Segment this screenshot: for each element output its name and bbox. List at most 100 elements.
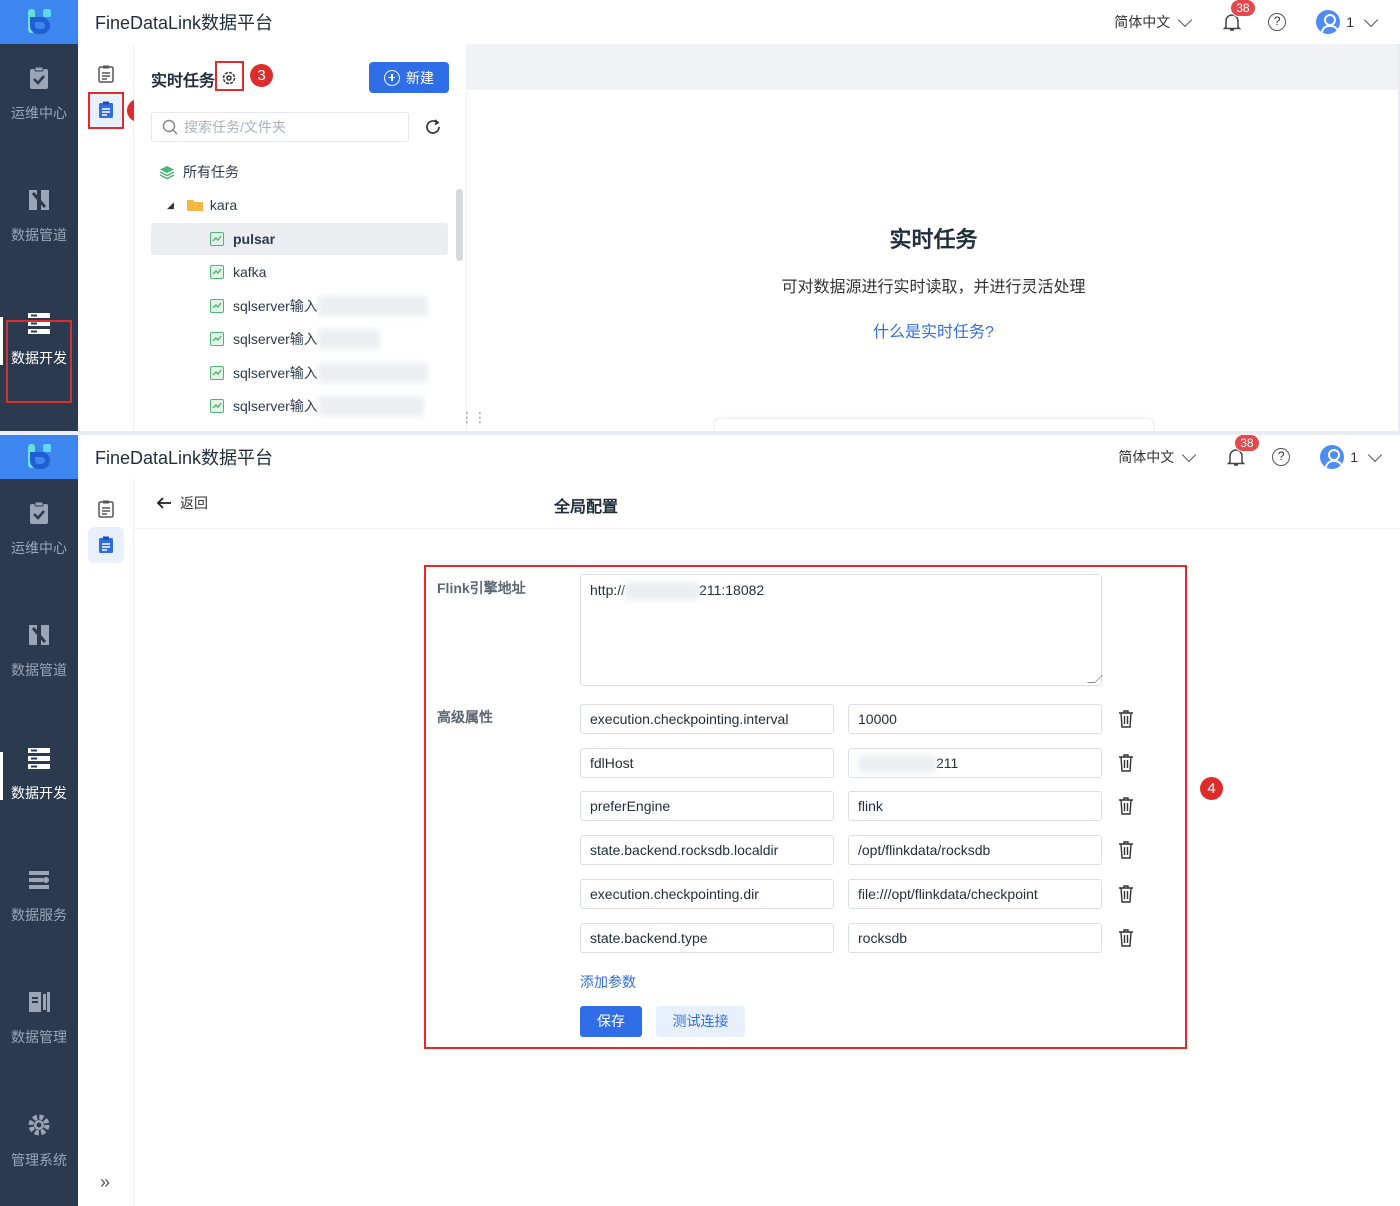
- notification-button[interactable]: 38: [1226, 435, 1260, 467]
- annotation-number-3: 3: [250, 64, 273, 87]
- nav-data-management-label: 数据管理: [11, 1029, 67, 1045]
- nav-data-service-label: 数据服务: [11, 907, 67, 923]
- expand-sidebar-icon[interactable]: »: [100, 1172, 110, 1193]
- tree-label: sqlserver输入: [233, 365, 318, 381]
- redacted-text: [317, 329, 380, 349]
- tree-label: sqlserver输入: [233, 331, 318, 347]
- clipboard-icon: [98, 65, 114, 83]
- user-menu-chevron-icon[interactable]: [1363, 12, 1379, 27]
- tree-label: sqlserver输入: [233, 298, 318, 314]
- redacted-text: [317, 296, 428, 316]
- tree-task-pulsar[interactable]: pulsar: [151, 223, 448, 255]
- dev-server-icon: [28, 748, 50, 769]
- language-label: 简体中文: [1118, 449, 1175, 465]
- nav-data-pipeline-label: 数据管道: [11, 662, 67, 678]
- app-logo[interactable]: [0, 435, 78, 479]
- new-task-button[interactable]: 新建: [369, 62, 449, 93]
- task-icon: [210, 366, 224, 380]
- main-sidebar: 运维中心 数据管道 数据开发 数据服务 数据管理 管理系统: [0, 479, 78, 1206]
- new-task-label: 新建: [406, 69, 434, 86]
- task-icon: [210, 399, 224, 413]
- nav-ops-center-label: 运维中心: [11, 105, 67, 121]
- language-label: 简体中文: [1114, 14, 1171, 30]
- nav-data-pipeline[interactable]: 数据管道: [0, 166, 78, 266]
- logo-mark-icon: [24, 442, 54, 472]
- app-logo[interactable]: [0, 0, 78, 44]
- tree-root-all-tasks[interactable]: 所有任务: [151, 156, 448, 188]
- tree-label: 所有任务: [183, 164, 239, 180]
- annotation-box-3: [215, 61, 244, 91]
- gear-icon: [28, 1114, 50, 1136]
- help-icon[interactable]: ?: [1268, 13, 1287, 31]
- task-icon: [210, 232, 224, 246]
- task-search-input[interactable]: 搜索任务/文件夹: [151, 112, 409, 142]
- top-header: FineDataLink数据平台 简体中文 38 ? 1: [78, 435, 1400, 479]
- search-placeholder: 搜索任务/文件夹: [184, 119, 286, 135]
- realtime-clipboard-icon: [99, 536, 113, 553]
- user-name: 1: [1346, 14, 1354, 30]
- pipeline-icon: [29, 625, 49, 645]
- top-screenshot-panel: 运维中心 数据管道 数据开发 1 FineDataLink数据平台 简体中文 3…: [0, 0, 1400, 431]
- app-title: FineDataLink数据平台: [95, 448, 274, 468]
- annotation-box-4: [424, 565, 1187, 1049]
- nav-admin-system-label: 管理系统: [11, 1152, 67, 1168]
- top-header: FineDataLink数据平台 简体中文 38 ? 1: [78, 0, 1400, 44]
- empty-state-card: [714, 418, 1154, 431]
- config-page-title: 全局配置: [553, 499, 618, 516]
- refresh-icon[interactable]: [424, 118, 442, 136]
- realtime-task-tab[interactable]: [88, 527, 124, 563]
- nav-ops-center[interactable]: 运维中心: [0, 479, 78, 579]
- tree-label: kara: [209, 197, 238, 213]
- help-icon[interactable]: ?: [1272, 448, 1291, 466]
- tree-scrollbar[interactable]: [456, 189, 463, 261]
- service-icon: [29, 871, 49, 889]
- app-title: FineDataLink数据平台: [95, 13, 274, 33]
- nav-data-management[interactable]: 数据管理: [0, 968, 78, 1068]
- annotation-box-1: [6, 320, 72, 403]
- tree-label: kafka: [233, 264, 267, 280]
- avatar[interactable]: [1316, 10, 1341, 34]
- user-name: 1: [1350, 449, 1358, 465]
- nav-admin-system[interactable]: 管理系统: [0, 1091, 78, 1191]
- user-menu-chevron-icon[interactable]: [1367, 447, 1383, 462]
- offline-task-tab[interactable]: [88, 56, 124, 92]
- tree-label: sqlserver输入: [233, 398, 318, 414]
- tree-label: pulsar: [233, 231, 276, 247]
- task-check-icon: [30, 66, 48, 89]
- tree-task-sqlserver-3[interactable]: sqlserver输入: [151, 357, 448, 389]
- redacted-text: [317, 396, 424, 416]
- tree-task-kafka[interactable]: kafka: [151, 256, 448, 288]
- book-icon: [29, 992, 50, 1012]
- folder-icon: [186, 200, 203, 211]
- avatar[interactable]: [1320, 445, 1345, 469]
- task-check-icon: [30, 501, 48, 524]
- nav-data-service[interactable]: 数据服务: [0, 846, 78, 946]
- chevron-down-icon: [1178, 12, 1193, 27]
- drag-handle-icon[interactable]: ⋮⋮: [460, 409, 487, 426]
- annotation-number-4: 4: [1200, 777, 1223, 800]
- tree-task-sqlserver-1[interactable]: sqlserver输入: [151, 290, 448, 322]
- nav-data-dev[interactable]: 数据开发: [0, 724, 78, 824]
- task-icon: [210, 299, 224, 313]
- nav-data-pipeline-label: 数据管道: [11, 227, 67, 243]
- nav-ops-center-label: 运维中心: [11, 540, 67, 556]
- nav-data-pipeline[interactable]: 数据管道: [0, 601, 78, 701]
- what-is-realtime-link[interactable]: 什么是实时任务?: [467, 318, 1400, 342]
- nav-ops-center[interactable]: 运维中心: [0, 44, 78, 144]
- notification-button[interactable]: 38: [1222, 0, 1256, 32]
- annotation-box-2: [88, 92, 124, 129]
- notification-badge: 38: [1234, 435, 1260, 452]
- header-actions: 简体中文 38 ? 1: [1114, 0, 1379, 44]
- task-icon: [210, 332, 224, 346]
- secondary-nav: »: [78, 479, 134, 1206]
- task-tree-panel: 实时任务 新建 搜索任务/文件夹 所有任务 ◢ kara pulsar kafk…: [134, 44, 467, 431]
- offline-task-tab[interactable]: [88, 491, 124, 527]
- logo-mark-icon: [24, 7, 54, 37]
- empty-state-title: 实时任务: [889, 227, 978, 252]
- language-select[interactable]: 简体中文: [1114, 12, 1193, 32]
- language-select[interactable]: 简体中文: [1118, 447, 1197, 467]
- tree-task-sqlserver-2[interactable]: sqlserver输入: [151, 323, 448, 355]
- task-icon: [210, 265, 224, 279]
- tree-task-sqlserver-4[interactable]: sqlserver输入: [151, 390, 448, 422]
- tree-folder-kara[interactable]: ◢ kara: [151, 189, 448, 221]
